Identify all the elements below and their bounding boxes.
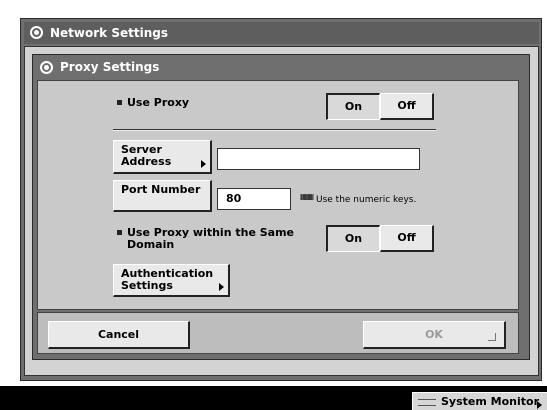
same-domain-bullet-icon: [117, 230, 122, 235]
authentication-settings-button[interactable]: Authentication Settings: [113, 264, 230, 297]
use-proxy-bullet-icon: [117, 100, 122, 105]
ok-label: OK: [425, 328, 443, 341]
ok-button[interactable]: OK: [363, 321, 506, 349]
authentication-arrow-icon: [219, 283, 224, 291]
use-proxy-off-label: Off: [397, 99, 416, 112]
enter-icon: [488, 333, 496, 341]
server-address-arrow-icon: [201, 160, 206, 168]
use-proxy-on-label: On: [344, 100, 363, 113]
port-number-button[interactable]: Port Number: [113, 180, 212, 212]
dialog-title: Proxy Settings: [60, 60, 160, 74]
server-address-label-line2: Address: [121, 155, 172, 168]
server-address-button[interactable]: Server Address: [113, 140, 212, 174]
window-title-bar: Network Settings: [24, 22, 539, 44]
numeric-keys-icon: ▦▦: [300, 192, 314, 201]
system-monitor-button[interactable]: System Monitor: [412, 392, 547, 410]
system-monitor-label: System Monitor: [441, 395, 539, 408]
same-domain-off-button[interactable]: Off: [380, 225, 434, 252]
window-title: Network Settings: [50, 26, 168, 40]
port-number-field[interactable]: 80: [217, 188, 291, 210]
server-address-field[interactable]: [217, 148, 420, 170]
cancel-label: Cancel: [97, 328, 140, 341]
same-domain-on-button[interactable]: On: [326, 225, 380, 252]
same-domain-off-label: Off: [397, 231, 416, 244]
system-monitor-icon: [418, 399, 436, 406]
port-number-label: Port Number: [121, 183, 201, 196]
numeric-keys-hint: Use the numeric keys.: [316, 195, 417, 205]
authentication-label-line2: Settings: [121, 279, 173, 292]
same-domain-label-line2: Domain: [127, 238, 175, 251]
use-proxy-off-button[interactable]: Off: [380, 93, 434, 120]
system-monitor-arrow-icon: [537, 401, 542, 409]
use-proxy-label: Use Proxy: [127, 96, 190, 109]
use-proxy-on-button[interactable]: On: [326, 93, 380, 120]
separator: [113, 129, 436, 131]
same-domain-on-label: On: [344, 232, 363, 245]
settings-gear-icon: [30, 26, 43, 39]
proxy-gear-icon: [40, 61, 53, 74]
cancel-button[interactable]: Cancel: [48, 321, 190, 349]
dialog-title-bar: Proxy Settings: [34, 57, 528, 77]
